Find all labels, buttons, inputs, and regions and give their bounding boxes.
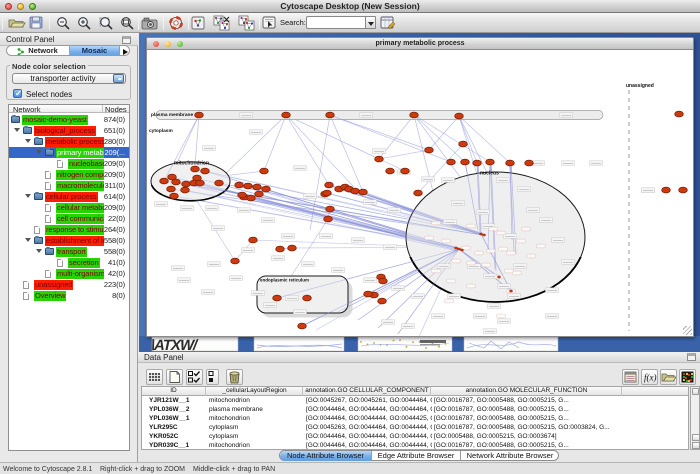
svg-text:mitochondrion: mitochondrion <box>174 161 209 167</box>
svg-text:\ATXW/: \ATXW/ <box>149 337 200 352</box>
svg-text:plasma membrane: plasma membrane <box>151 112 193 118</box>
svg-text:nucleus: nucleus <box>480 171 499 177</box>
svg-text:unassigned: unassigned <box>626 83 654 89</box>
svg-text:endoplasmic reticulum: endoplasmic reticulum <box>260 278 309 283</box>
svg-text:cytoplasm: cytoplasm <box>149 128 173 134</box>
svg-text:f(x): f(x) <box>644 373 657 383</box>
